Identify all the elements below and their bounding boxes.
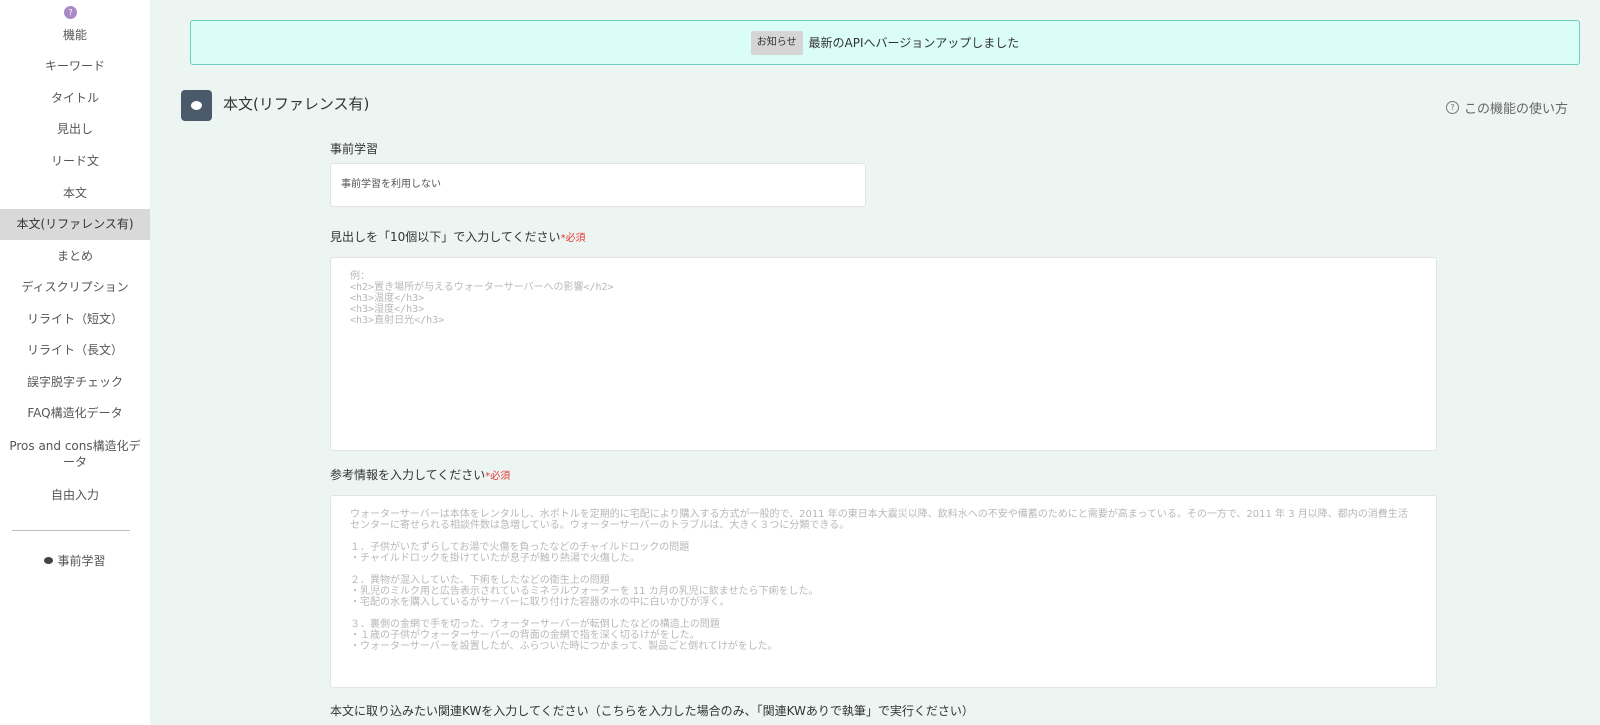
sidebar-item-description[interactable]: ディスクリプション: [0, 272, 150, 303]
howto-label: この機能の使い方: [1463, 102, 1568, 117]
required-mark: *必須: [485, 471, 511, 482]
related-kw-label: 本文に取り込みたい関連KWを入力してください（こちらを入力した場合のみ、「関連K…: [330, 704, 974, 718]
sidebar-item-features[interactable]: 機能: [0, 20, 150, 51]
sidebar-item-pros-cons[interactable]: Pros and cons構造化データ: [0, 438, 150, 472]
sidebar-item-faq-structured[interactable]: FAQ構造化データ: [0, 398, 150, 429]
headings-label-text: 見出しを「10個以下」で入力してください: [330, 230, 561, 244]
sidebar-item-keyword[interactable]: キーワード: [0, 51, 150, 82]
headings-textarea[interactable]: 例： <h2>置き場所が与えるウォーターサーバーへの影響</h2> <h3>温度…: [330, 257, 1437, 451]
sidebar-item-rewrite-short[interactable]: リライト（短文）: [0, 304, 150, 335]
reference-textarea[interactable]: ウォーターサーバーは本体をレンタルし、水ボトルを定期的に宅配により購入する方式が…: [330, 495, 1437, 688]
sidebar-pre-learning[interactable]: 事前学習: [0, 552, 150, 569]
sidebar-divider: [12, 530, 130, 531]
notice-badge: お知らせ: [750, 30, 803, 55]
sidebar: ? 機能 キーワード タイトル 見出し リード文 本文 本文(リファレンス有) …: [0, 0, 150, 725]
howto-link[interactable]: ? この機能の使い方: [1445, 98, 1568, 117]
question-circle-icon: ?: [1445, 101, 1459, 114]
headings-label: 見出しを「10個以下」で入力してください*必須: [330, 228, 586, 245]
sidebar-item-typo-check[interactable]: 誤字脱字チェック: [0, 367, 150, 398]
help-bubble-icon: ?: [64, 6, 77, 19]
reference-label-text: 参考情報を入力してください: [330, 468, 486, 482]
sidebar-item-title[interactable]: タイトル: [0, 83, 150, 114]
sidebar-item-lead[interactable]: リード文: [0, 146, 150, 177]
sidebar-item-free-input[interactable]: 自由入力: [0, 480, 150, 511]
sidebar-pre-learning-label: 事前学習: [57, 554, 106, 568]
notice-text: 最新のAPIへバージョンアップしました: [808, 36, 1020, 50]
notice-banner: お知らせ 最新のAPIへバージョンアップしました: [190, 20, 1580, 65]
required-mark: *必須: [560, 233, 586, 244]
sidebar-item-body[interactable]: 本文: [0, 178, 150, 209]
chat-bubble-icon: [44, 557, 54, 564]
sidebar-item-summary[interactable]: まとめ: [0, 241, 150, 272]
sidebar-item-headings[interactable]: 見出し: [0, 114, 150, 145]
reference-label: 参考情報を入力してください*必須: [330, 466, 510, 483]
page-title: 本文(リファレンス有): [223, 95, 370, 113]
sidebar-item-rewrite-long[interactable]: リライト（長文）: [0, 335, 150, 366]
pre-learning-select[interactable]: 事前学習を利用しない: [330, 163, 866, 207]
pre-learning-label: 事前学習: [330, 142, 379, 156]
sidebar-item-body-reference[interactable]: 本文(リファレンス有): [0, 209, 150, 240]
chat-bubble-icon: [181, 90, 212, 121]
